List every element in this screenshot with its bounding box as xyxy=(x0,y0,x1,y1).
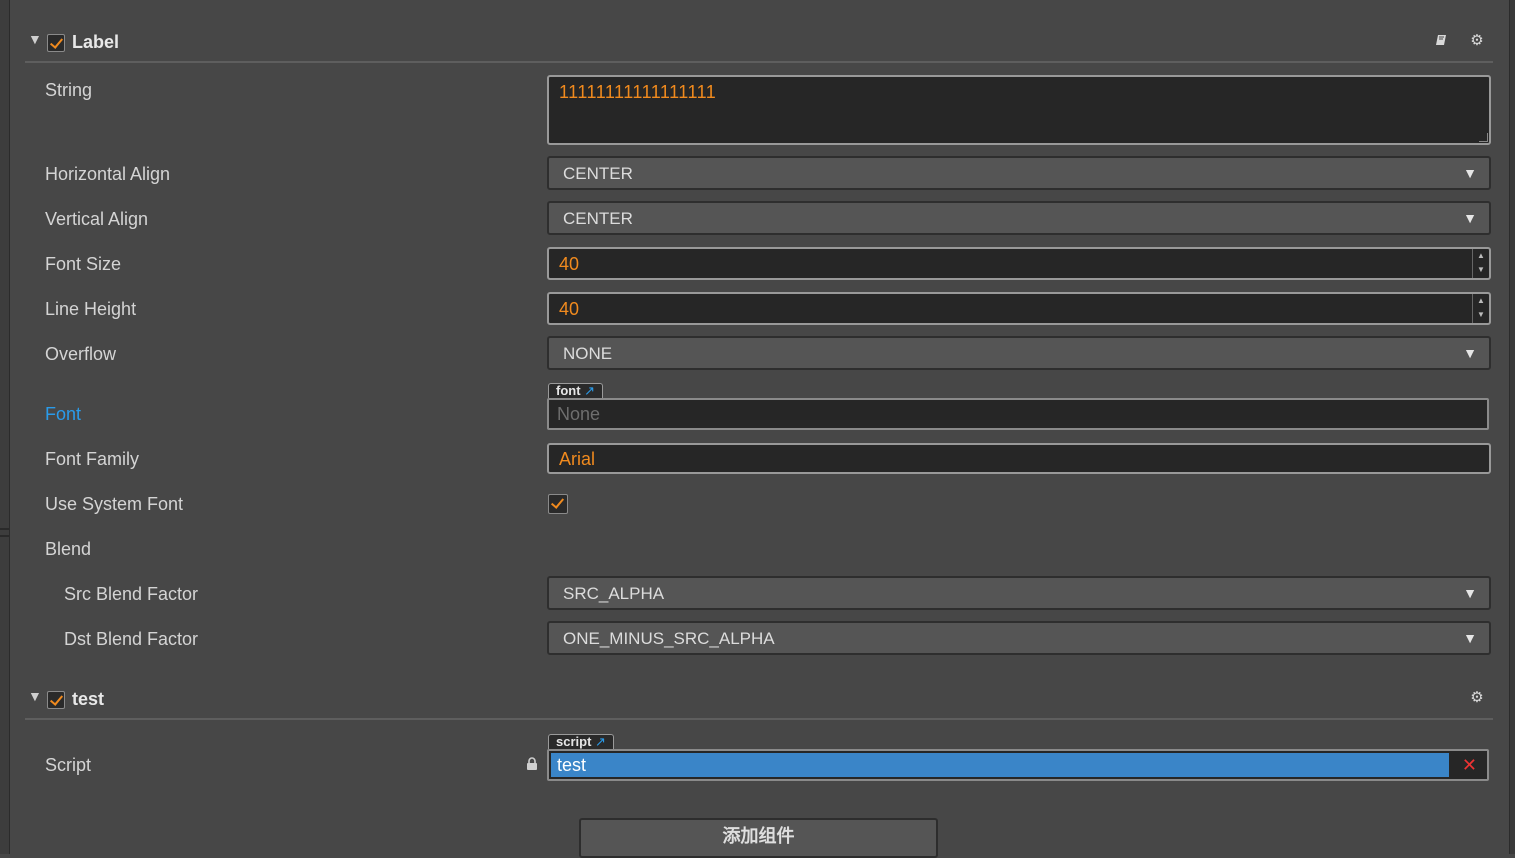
asset-type-label: script xyxy=(556,734,592,749)
prop-label-font-size: Font Size xyxy=(45,254,122,274)
font-asset-type-tag: font ↗ xyxy=(548,383,604,398)
asset-type-label: font xyxy=(556,383,581,398)
use-system-font-checkbox[interactable] xyxy=(548,494,568,514)
src-blend-factor-select[interactable]: SRC_ALPHA ▼ xyxy=(547,576,1491,610)
step-down-icon[interactable]: ▼ xyxy=(1473,263,1489,277)
prop-label-font[interactable]: Font xyxy=(45,404,81,425)
select-value: CENTER xyxy=(563,164,633,183)
font-size-input[interactable]: 40 ▲ ▼ xyxy=(547,247,1491,280)
number-stepper[interactable]: ▲ ▼ xyxy=(1472,249,1489,278)
prop-label-string: String xyxy=(45,80,93,100)
string-value: 11111111111111111 xyxy=(559,82,717,102)
select-value: CENTER xyxy=(563,209,633,228)
select-value: SRC_ALPHA xyxy=(563,584,665,603)
prop-label-overflow: Overflow xyxy=(45,344,117,364)
resize-grip-icon[interactable] xyxy=(1479,133,1488,142)
overflow-select[interactable]: NONE ▼ xyxy=(547,336,1491,370)
collapse-arrow-icon[interactable]: ▼ xyxy=(28,688,42,704)
prop-label-horizontal-align: Horizontal Align xyxy=(45,164,171,184)
dropdown-arrow-icon: ▼ xyxy=(1463,585,1477,601)
prop-label-blend[interactable]: Blend xyxy=(45,539,91,560)
test-enabled-checkbox[interactable] xyxy=(47,691,65,709)
lock-icon xyxy=(527,757,537,770)
select-value: NONE xyxy=(563,344,613,363)
horizontal-align-select[interactable]: CENTER ▼ xyxy=(547,156,1491,190)
label-component-header[interactable]: ▼ Label ⚙ xyxy=(25,25,1493,63)
prop-label-vertical-align: Vertical Align xyxy=(45,209,149,229)
script-asset-field[interactable]: test ✕ xyxy=(547,749,1489,781)
dropdown-arrow-icon: ▼ xyxy=(1463,165,1477,181)
asset-value: None xyxy=(557,404,601,424)
step-up-icon[interactable]: ▲ xyxy=(1473,249,1489,263)
dropdown-arrow-icon: ▼ xyxy=(1463,630,1477,646)
collapse-arrow-icon[interactable]: ▼ xyxy=(28,31,42,47)
script-asset-type-tag: script ↗ xyxy=(548,734,614,749)
clear-icon[interactable]: ✕ xyxy=(1462,754,1477,776)
add-component-button[interactable]: 添加组件 xyxy=(579,818,938,858)
font-family-input[interactable]: Arial xyxy=(547,443,1491,474)
number-value: 40 xyxy=(559,254,580,274)
script-value: test xyxy=(551,753,1449,777)
select-value: ONE_MINUS_SRC_ALPHA xyxy=(563,629,775,648)
vertical-align-select[interactable]: CENTER ▼ xyxy=(547,201,1491,235)
string-textarea[interactable]: 11111111111111111 xyxy=(547,75,1491,145)
step-down-icon[interactable]: ▼ xyxy=(1473,308,1489,322)
test-component-header[interactable]: ▼ test ⚙ xyxy=(25,682,1493,720)
component-title: Label xyxy=(72,32,120,52)
prop-label-src-blend-factor: Src Blend Factor xyxy=(64,584,199,604)
label-enabled-checkbox[interactable] xyxy=(47,34,65,52)
prop-label-font-family: Font Family xyxy=(45,449,140,469)
scrollbar[interactable] xyxy=(1509,0,1515,854)
dropdown-arrow-icon: ▼ xyxy=(1463,210,1477,226)
prop-label-dst-blend-factor: Dst Blend Factor xyxy=(64,629,199,649)
line-height-input[interactable]: 40 ▲ ▼ xyxy=(547,292,1491,325)
gear-icon[interactable]: ⚙ xyxy=(1469,690,1485,706)
step-up-icon[interactable]: ▲ xyxy=(1473,294,1489,308)
number-value: 40 xyxy=(559,299,580,319)
book-icon[interactable] xyxy=(1434,33,1450,49)
prop-label-use-system-font: Use System Font xyxy=(45,494,184,514)
external-link-icon[interactable]: ↗ xyxy=(595,734,606,749)
external-link-icon[interactable]: ↗ xyxy=(584,383,595,398)
prop-label-line-height: Line Height xyxy=(45,299,137,319)
left-panel-edge xyxy=(0,0,10,854)
dropdown-arrow-icon: ▼ xyxy=(1463,345,1477,361)
prop-label-script: Script xyxy=(45,755,92,775)
dst-blend-factor-select[interactable]: ONE_MINUS_SRC_ALPHA ▼ xyxy=(547,621,1491,655)
gear-icon[interactable]: ⚙ xyxy=(1469,33,1485,49)
component-title: test xyxy=(72,689,105,709)
text-value: Arial xyxy=(559,449,596,469)
number-stepper[interactable]: ▲ ▼ xyxy=(1472,294,1489,323)
font-asset-field[interactable]: None xyxy=(547,398,1489,430)
